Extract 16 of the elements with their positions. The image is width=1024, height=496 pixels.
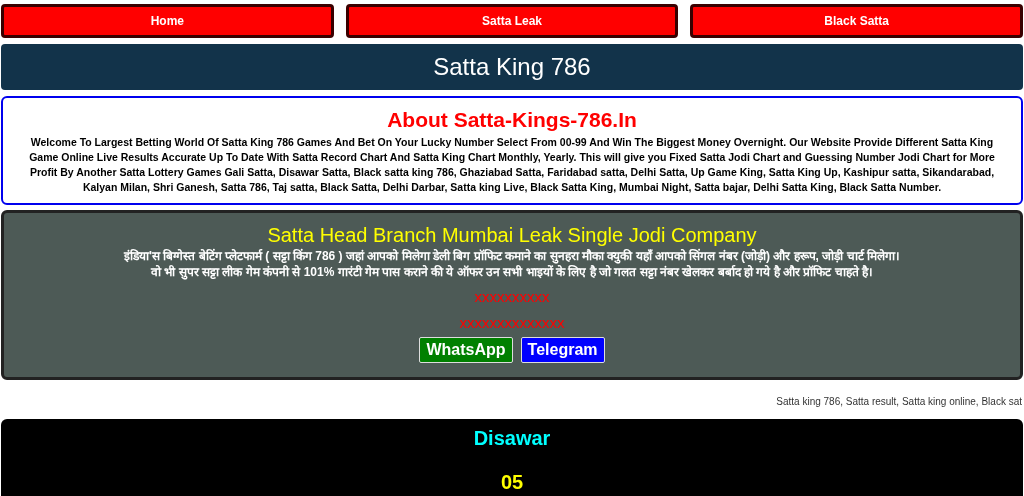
nav-link[interactable]: Satta Leak — [345, 4, 679, 38]
about-heading: About Satta-Kings-786.In — [387, 107, 637, 133]
hindi-text: वो भी सुपर सट्टा लीक गेम कंपनी से 101% गारंटी गेम पास कराने की ये ऑफर उन सभी भाइयों के लिए है जो गलत सट्टा नंबर खेलकर बर्बाद हो गये है और प्रॉफिट चाहते है। — [150, 264, 873, 280]
telegram-button[interactable]: Telegram — [520, 337, 605, 363]
hindi-text: इंडिया'स बिग्गेस्त बेटिंग प्लेटफार्म ( सट्टा किंग 786 ) जहां आपको मिलेगा डेली बिग प्रॉफिट कमाने का सुनहरा मौका क्युकी यहाँ आपको सिंगल नंबर (जोड़ी) और हरूप, जोड़ी चार्ट मिलेगा। — [124, 248, 900, 264]
masked-number: xxxxxxxxxxxxxx — [459, 314, 565, 332]
marquee-text: Satta king 786, Satta result, Satta king online, Black sat — [776, 395, 1022, 409]
company-heading: Satta Head Branch Mumbai Leak Single Jodi Company — [267, 223, 757, 248]
game-name: Disawar — [473, 426, 551, 451]
masked-number: xxxxxxxxxx — [474, 288, 550, 306]
whatsapp-button[interactable]: WhatsApp — [419, 337, 513, 363]
about-paragraph: Welcome To Largest Betting World Of Satta King 786 Games And Bet On Your Lucky Number Select From 00-99 And Win The Biggest Money Overnight. Our Website Provide Different Satta King Game Online Live Results Accurate Up To Date With Satta Record Chart And Satta King Chart Monthly, Yearly. This will give you Fixed Satta Jodi Chart and Guessing Number Jodi Chart for More Profit By Another Satta Lottery Games Gali Satta, Disawar Satta, Black satta king 786, Ghaziabad Satta, Faridabad satta, Delhi Satta, Up Game King, Satta King Up, Kashipur satta, Sikandarabad, Kalyan Milan, Shri Ganesh, Satta 786, Taj satta, Black Satta, Delhi Darbar, Satta king Live, Black Satta King, Mumbai Night, Satta bajar, Delhi Satta King, Black Satta Number. — [28, 135, 996, 195]
site-title: Satta King 786 — [1, 44, 1023, 90]
nav-link[interactable]: Home — [1, 4, 334, 38]
result-number: 05 — [500, 470, 524, 495]
nav-link[interactable]: Black Satta — [690, 4, 1023, 38]
